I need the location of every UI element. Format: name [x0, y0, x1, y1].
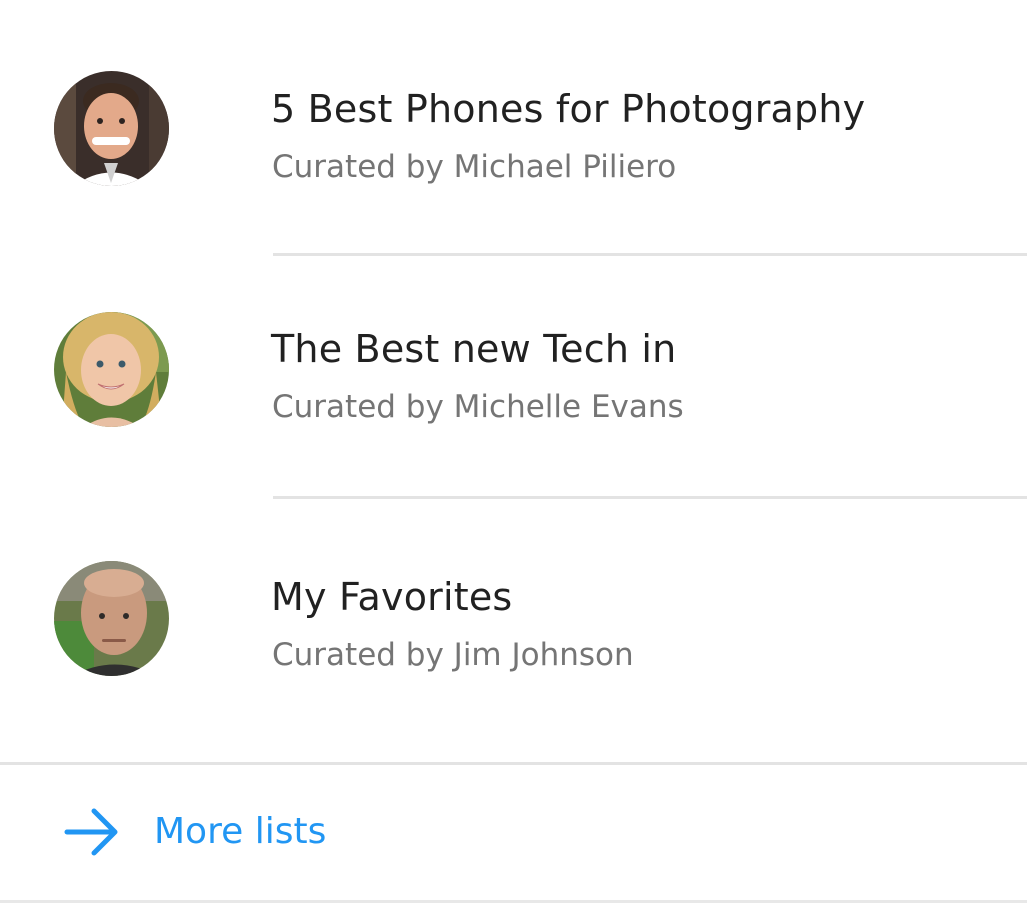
avatar-jim-johnson — [54, 561, 169, 676]
list-title: The Best new Tech in — [271, 327, 677, 371]
list-item-my-favorites[interactable]: My Favorites Curated by Jim Johnson — [0, 560, 1027, 680]
more-lists-button[interactable]: More lists — [0, 766, 1027, 900]
list-title: My Favorites — [271, 575, 513, 619]
curated-lists-card: 5 Best Phones for Photography Curated by… — [0, 0, 1027, 903]
section-divider — [0, 762, 1027, 765]
list-curator: Curated by Michael Piliero — [272, 149, 677, 185]
list-item-best-phones[interactable]: 5 Best Phones for Photography Curated by… — [0, 70, 1027, 190]
more-lists-label: More lists — [154, 811, 327, 852]
avatar-michelle-evans — [54, 312, 169, 427]
list-divider — [273, 253, 1027, 256]
list-divider — [273, 496, 1027, 499]
list-title: 5 Best Phones for Photography — [271, 87, 866, 131]
arrow-right-icon — [64, 806, 120, 858]
avatar-michael-piliero — [54, 71, 169, 186]
list-curator: Curated by Jim Johnson — [272, 637, 634, 673]
list-item-best-new-tech[interactable]: The Best new Tech in Curated by Michelle… — [0, 312, 1027, 432]
list-curator: Curated by Michelle Evans — [272, 389, 684, 425]
